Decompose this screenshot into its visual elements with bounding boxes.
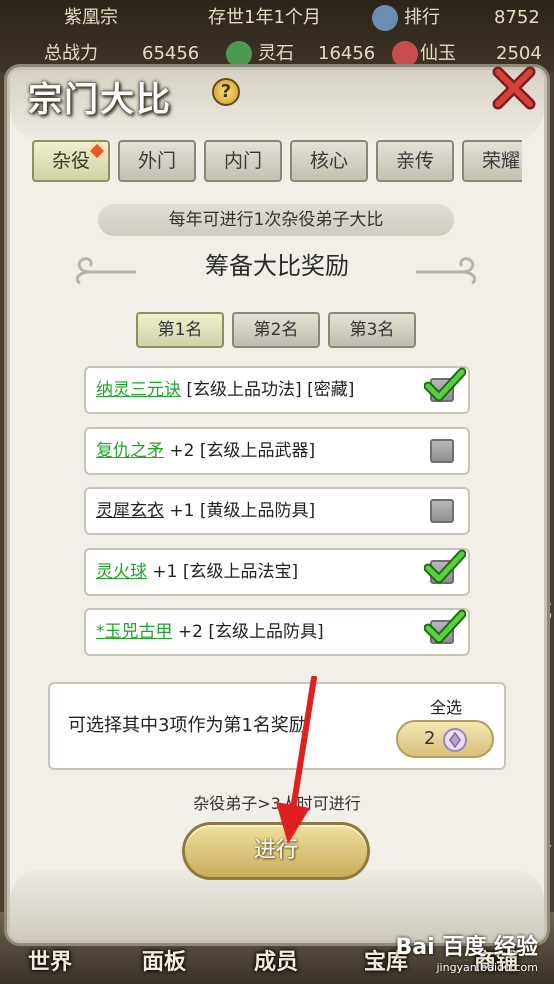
checkmark-icon (424, 367, 466, 402)
rank-value: 8752 (494, 7, 540, 28)
select-all-cost: 2 (424, 728, 436, 749)
annotation-arrow-icon (276, 676, 317, 844)
item-detail: [玄级上品功法] [密藏] (181, 380, 355, 400)
dialog-title: 宗门大比 (28, 80, 172, 120)
nav-world[interactable]: 世界 (28, 944, 72, 976)
rank-tab-third[interactable]: 第3名 (328, 312, 416, 348)
division-tabs: 杂役 外门 内门 核心 亲传 荣耀 (32, 140, 522, 184)
tab-label: 杂役 (51, 150, 90, 172)
sect-name: 紫凰宗 (64, 7, 118, 28)
item-name-link[interactable]: *玉兕古甲 (96, 622, 173, 642)
notification-badge-icon (87, 141, 107, 161)
reward-item[interactable]: 复仇之矛 +2 [玄级上品武器] (84, 427, 470, 475)
item-name-link[interactable]: 复仇之矛 (96, 441, 164, 461)
tab-personal[interactable]: 亲传 (376, 140, 454, 182)
jade-label: 仙玉 (420, 43, 456, 64)
checkmark-icon (424, 549, 466, 584)
tab-outer[interactable]: 外门 (118, 140, 196, 182)
help-icon[interactable]: ? (212, 78, 240, 106)
item-name-link[interactable]: 灵火球 (96, 562, 147, 582)
top-status-bar: 紫凰宗 存世1年1个月 排行 8752 总战力 65456 灵石 16456 仙… (0, 0, 554, 72)
stone-label: 灵石 (258, 43, 294, 64)
item-detail: +1 [黄级上品防具] (164, 501, 316, 521)
spirit-gem-icon (443, 728, 467, 752)
watermark-url: jingyan.baidu.com (436, 961, 538, 974)
power-label: 总战力 (44, 43, 98, 64)
rank-icon (372, 5, 398, 31)
power-value: 65456 (142, 43, 200, 64)
stone-value: 16456 (318, 43, 376, 64)
item-detail: +1 [玄级上品法宝] (147, 562, 299, 582)
existence-duration: 存世1年1个月 (208, 7, 321, 28)
reward-item[interactable]: 灵火球 +1 [玄级上品法宝] (84, 548, 470, 596)
tab-inner[interactable]: 内门 (204, 140, 282, 182)
select-all-button[interactable]: 2 (396, 720, 494, 758)
tab-core[interactable]: 核心 (290, 140, 368, 182)
nav-panel[interactable]: 面板 (142, 944, 186, 976)
cloud-swirl-right-icon (416, 257, 477, 285)
tab-honor[interactable]: 荣耀 (462, 140, 522, 182)
reward-item[interactable]: 灵犀玄衣 +1 [黄级上品防具] (84, 487, 470, 535)
rank-tab-second[interactable]: 第2名 (232, 312, 320, 348)
close-icon[interactable] (490, 64, 538, 112)
watermark-logo: Bai 百度 经验 (395, 935, 538, 960)
reward-item[interactable]: *玉兕古甲 +2 [玄级上品防具] (84, 608, 470, 656)
item-checkbox[interactable] (430, 439, 454, 463)
item-detail: +2 [玄级上品防具] (172, 622, 324, 642)
nav-members[interactable]: 成员 (254, 944, 298, 976)
reward-item[interactable]: 纳灵三元诀 [玄级上品功法] [密藏] (84, 366, 470, 414)
item-name-link[interactable]: 灵犀玄衣 (96, 501, 164, 521)
baidu-watermark: Bai 百度 经验 jingyan.baidu.com (396, 929, 538, 974)
checkmark-icon (424, 609, 466, 644)
rank-tab-first[interactable]: 第1名 (136, 312, 224, 348)
spirit-stone-icon (226, 41, 252, 67)
item-detail: +2 [玄级上品武器] (164, 441, 316, 461)
tab-miscellaneous[interactable]: 杂役 (32, 140, 110, 182)
item-checkbox[interactable] (430, 499, 454, 523)
jade-icon (392, 41, 418, 67)
competition-info: 每年可进行1次杂役弟子大比 (98, 204, 454, 236)
rank-label[interactable]: 排行 (404, 0, 440, 36)
select-all-label: 全选 (430, 698, 463, 717)
item-name-link[interactable]: 纳灵三元诀 (96, 380, 181, 400)
